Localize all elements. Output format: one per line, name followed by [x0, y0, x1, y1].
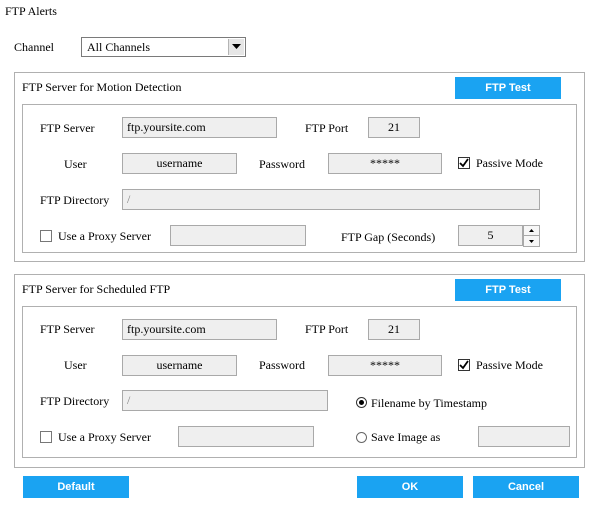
channel-label: Channel — [14, 40, 54, 54]
motion-passive-label: Passive Mode — [476, 156, 543, 170]
scheduled-user-input[interactable]: username — [122, 355, 237, 376]
scheduled-directory-input[interactable]: / — [122, 390, 328, 411]
channel-select-value: All Channels — [87, 40, 150, 54]
motion-server-input[interactable]: ftp.yoursite.com — [122, 117, 277, 138]
default-button[interactable]: Default — [23, 476, 129, 498]
filename-timestamp-radio[interactable] — [356, 397, 367, 408]
motion-directory-input[interactable]: / — [122, 189, 540, 210]
scheduled-proxy-checkbox[interactable] — [40, 431, 52, 443]
scheduled-server-input[interactable]: ftp.yoursite.com — [122, 319, 277, 340]
scheduled-server-label: FTP Server — [40, 322, 95, 336]
save-image-radio[interactable] — [356, 432, 367, 443]
motion-user-input[interactable]: username — [122, 153, 237, 174]
scheduled-user-label: User — [64, 358, 87, 372]
motion-password-label: Password — [259, 157, 306, 171]
scheduled-password-input[interactable]: ***** — [328, 355, 442, 376]
scheduled-ftp-test-button[interactable]: FTP Test — [455, 279, 561, 301]
motion-proxy-label: Use a Proxy Server — [58, 229, 151, 243]
motion-ftp-test-button[interactable]: FTP Test — [455, 77, 561, 99]
window-title: FTP Alerts — [5, 4, 57, 18]
channel-select[interactable]: All Channels — [81, 37, 246, 57]
motion-passive-checkbox[interactable] — [458, 157, 470, 169]
motion-gap-label: FTP Gap (Seconds) — [341, 230, 436, 244]
stepper-up-icon[interactable] — [524, 226, 539, 236]
motion-directory-label: FTP Directory — [40, 193, 110, 207]
cancel-button[interactable]: Cancel — [473, 476, 579, 498]
scheduled-proxy-label: Use a Proxy Server — [58, 430, 151, 444]
scheduled-passive-checkbox[interactable] — [458, 359, 470, 371]
save-image-label: Save Image as — [371, 430, 441, 444]
motion-heading: FTP Server for Motion Detection — [22, 80, 182, 94]
chevron-down-icon[interactable] — [228, 39, 244, 55]
scheduled-password-label: Password — [259, 358, 306, 372]
motion-port-input[interactable]: 21 — [368, 117, 420, 138]
motion-password-input[interactable]: ***** — [328, 153, 442, 174]
motion-user-label: User — [64, 157, 87, 171]
motion-port-label: FTP Port — [305, 121, 349, 135]
scheduled-heading: FTP Server for Scheduled FTP — [22, 282, 171, 296]
scheduled-directory-label: FTP Directory — [40, 394, 110, 408]
motion-server-label: FTP Server — [40, 121, 95, 135]
filename-timestamp-label: Filename by Timestamp — [371, 396, 488, 410]
save-image-input[interactable] — [478, 426, 570, 447]
motion-proxy-input[interactable] — [170, 225, 306, 246]
motion-gap-stepper[interactable] — [523, 225, 540, 247]
check-icon — [459, 158, 469, 168]
scheduled-passive-label: Passive Mode — [476, 358, 543, 372]
scheduled-proxy-input[interactable] — [178, 426, 314, 447]
motion-proxy-checkbox[interactable] — [40, 230, 52, 242]
scheduled-port-label: FTP Port — [305, 322, 349, 336]
stepper-down-icon[interactable] — [524, 236, 539, 246]
ok-button[interactable]: OK — [357, 476, 463, 498]
scheduled-port-input[interactable]: 21 — [368, 319, 420, 340]
motion-gap-input[interactable]: 5 — [458, 225, 523, 246]
check-icon — [459, 360, 469, 370]
